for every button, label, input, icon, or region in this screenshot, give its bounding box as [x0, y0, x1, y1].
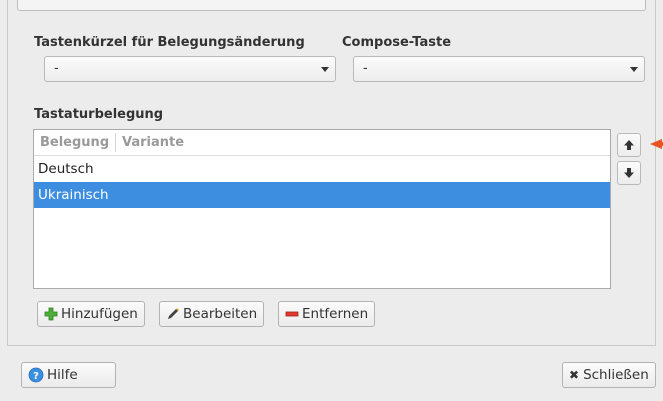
table-row-selected[interactable]: Ukrainisch	[34, 182, 610, 208]
help-button-label: Hilfe	[47, 367, 78, 383]
remove-button[interactable]: Entfernen	[278, 301, 376, 327]
minus-icon	[285, 311, 299, 317]
compose-label: Compose-Taste	[342, 35, 452, 50]
remove-button-label: Entfernen	[302, 306, 369, 322]
add-button[interactable]: Hinzufügen	[37, 301, 145, 327]
column-header-variante[interactable]: Variante	[122, 130, 184, 155]
plus-icon	[44, 307, 58, 321]
svg-text:?: ?	[33, 371, 39, 382]
table-header: Belegung Variante	[34, 130, 610, 156]
previous-field	[17, 0, 646, 11]
column-header-belegung[interactable]: Belegung	[40, 130, 109, 155]
shortcut-label: Tastenkürzel für Belegungsänderung	[34, 35, 305, 50]
edit-button[interactable]: Bearbeiten	[159, 301, 265, 327]
help-icon: ?	[28, 367, 44, 383]
edit-button-label: Bearbeiten	[183, 306, 258, 322]
arrow-up-icon	[624, 140, 634, 150]
close-button-label: Schließen	[583, 367, 649, 383]
shortcut-value: -	[54, 61, 59, 76]
pencil-icon	[168, 308, 179, 319]
arrow-down-icon	[624, 168, 634, 178]
close-button[interactable]: ✖ Schließen	[562, 362, 656, 388]
layout-section-title: Tastaturbelegung	[34, 107, 164, 122]
chevron-down-icon	[630, 67, 638, 72]
column-divider	[115, 133, 116, 152]
close-icon: ✖	[569, 368, 580, 382]
add-button-label: Hinzufügen	[61, 306, 138, 322]
layout-table[interactable]: Belegung Variante Deutsch Ukrainisch	[33, 129, 611, 289]
move-down-button[interactable]	[617, 161, 641, 185]
help-button[interactable]: ? Hilfe	[21, 362, 116, 388]
chevron-down-icon	[321, 67, 329, 72]
shortcut-combo[interactable]: -	[44, 56, 336, 82]
move-up-button[interactable]	[617, 133, 641, 157]
compose-value: -	[363, 61, 368, 76]
row-belegung: Ukrainisch	[38, 187, 109, 203]
row-belegung: Deutsch	[38, 161, 94, 177]
compose-combo[interactable]: -	[353, 56, 645, 82]
table-row[interactable]: Deutsch	[34, 156, 610, 182]
